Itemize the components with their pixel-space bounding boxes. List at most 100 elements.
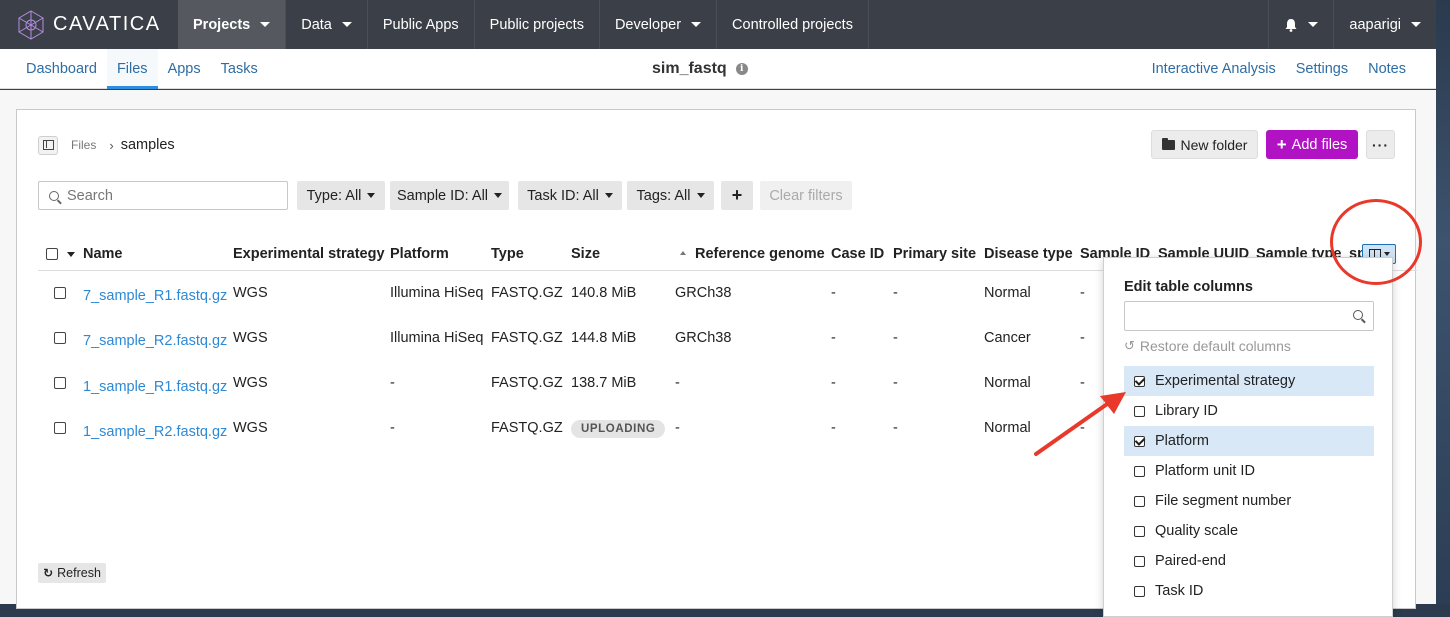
checkbox-unchecked[interactable]	[1134, 495, 1145, 507]
row-checkbox[interactable]	[54, 287, 66, 299]
column-option-task-id[interactable]: Task ID	[1124, 576, 1374, 606]
nav-public-projects[interactable]: Public projects	[475, 0, 599, 49]
file-name-link[interactable]: 7_sample_R1.fastq.gz	[83, 288, 227, 304]
nav-projects[interactable]: Projects	[178, 0, 286, 49]
column-option-experimental-strategy[interactable]: Experimental strategy	[1124, 366, 1374, 396]
breadcrumb-root[interactable]: Files	[71, 138, 96, 152]
row-checkbox[interactable]	[54, 377, 66, 389]
clear-filters-button[interactable]: Clear filters	[760, 181, 852, 210]
task-id-filter-label: Task ID: All	[527, 187, 599, 204]
column-reference-genome[interactable]: Reference genome	[695, 246, 825, 262]
cell-genome: -	[675, 420, 680, 436]
folder-icon	[1161, 137, 1175, 150]
tab-tasks[interactable]: Tasks	[211, 49, 268, 89]
cavatica-logo[interactable]: CAVATICA	[0, 0, 178, 49]
chevron-down-icon	[604, 193, 613, 198]
chevron-down-icon	[691, 22, 702, 27]
select-all-checkbox[interactable]	[46, 248, 58, 260]
type-filter[interactable]: Type: All	[297, 181, 385, 210]
sample-id-filter[interactable]: Sample ID: All	[390, 181, 509, 210]
column-primary-site[interactable]: Primary site	[893, 246, 976, 262]
logo-text: CAVATICA	[53, 13, 161, 35]
tab-files[interactable]: Files	[106, 49, 158, 89]
column-option-label: Platform unit ID	[1155, 463, 1255, 479]
cell-sample-id: -	[1080, 330, 1085, 346]
checkbox-unchecked[interactable]	[1134, 585, 1145, 597]
notifications-button[interactable]	[1269, 0, 1333, 49]
column-option-platform-unit-id[interactable]: Platform unit ID	[1124, 456, 1374, 486]
nav-controlled-projects[interactable]: Controlled projects	[717, 0, 868, 49]
file-name-link[interactable]: 1_sample_R1.fastq.gz	[83, 379, 227, 395]
cell-platform: -	[390, 420, 395, 436]
cell-case-id: -	[831, 330, 836, 346]
restore-default-columns-button[interactable]: ↺ Restore default columns	[1124, 338, 1291, 354]
file-name-link[interactable]: 1_sample_R2.fastq.gz	[83, 424, 227, 440]
column-size[interactable]: Size	[571, 246, 600, 262]
column-type[interactable]: Type	[491, 246, 524, 262]
arrow-annotation-icon	[1034, 392, 1126, 456]
column-option-library-id[interactable]: Library ID	[1124, 396, 1374, 426]
tab-dashboard[interactable]: Dashboard	[16, 49, 107, 89]
add-filter-button[interactable]: +	[721, 181, 753, 210]
add-files-label: Add files	[1291, 136, 1348, 153]
column-search-input[interactable]	[1124, 301, 1374, 331]
username: aaparigi	[1349, 16, 1401, 33]
plus-icon: +	[1276, 135, 1287, 154]
search-icon	[1353, 310, 1363, 320]
column-platform[interactable]: Platform	[390, 246, 449, 262]
column-option-file-segment-number[interactable]: File segment number	[1124, 486, 1374, 516]
checkbox-unchecked[interactable]	[1134, 405, 1145, 417]
tags-filter[interactable]: Tags: All	[627, 181, 714, 210]
cell-disease-type: Normal	[984, 285, 1031, 301]
cell-primary-site: -	[893, 285, 898, 301]
highlight-circle-annotation	[1330, 199, 1422, 285]
cell-case-id: -	[831, 420, 836, 436]
checkbox-unchecked[interactable]	[1134, 465, 1145, 477]
chevron-down-icon	[367, 193, 376, 198]
row-checkbox[interactable]	[54, 332, 66, 344]
chevron-down-icon	[696, 193, 705, 198]
bell-icon	[1285, 18, 1297, 32]
tab-notes[interactable]: Notes	[1358, 49, 1416, 89]
column-name[interactable]: Name	[83, 246, 123, 262]
add-files-button[interactable]: + Add files	[1266, 130, 1358, 159]
tab-interactive-analysis[interactable]: Interactive Analysis	[1142, 49, 1286, 89]
column-disease-type[interactable]: Disease type	[984, 246, 1073, 262]
checkbox-unchecked[interactable]	[1134, 555, 1145, 567]
refresh-button[interactable]: ↻ Refresh	[38, 563, 106, 583]
column-option-platform[interactable]: Platform	[1124, 426, 1374, 456]
user-menu[interactable]: aaparigi	[1334, 0, 1436, 49]
column-experimental-strategy[interactable]: Experimental strategy	[233, 246, 385, 262]
nav-public-apps[interactable]: Public Apps	[368, 0, 474, 49]
search-input[interactable]: Search	[38, 181, 288, 210]
column-option-paired-end[interactable]: Paired-end	[1124, 546, 1374, 576]
cell-size: 144.8 MiB	[571, 330, 637, 346]
checkbox-unchecked[interactable]	[1134, 525, 1145, 537]
column-case-id[interactable]: Case ID	[831, 246, 884, 262]
nav-developer[interactable]: Developer	[600, 0, 716, 49]
row-checkbox[interactable]	[54, 422, 66, 434]
column-option-quality-scale[interactable]: Quality scale	[1124, 516, 1374, 546]
checkbox-checked[interactable]	[1134, 435, 1145, 447]
tab-settings[interactable]: Settings	[1286, 49, 1358, 89]
checkbox-checked[interactable]	[1134, 375, 1145, 387]
info-icon[interactable]: i	[735, 63, 748, 75]
cell-platform: Illumina HiSeq	[390, 330, 484, 346]
sidebar-toggle-icon	[42, 140, 54, 150]
file-name-link[interactable]: 7_sample_R2.fastq.gz	[83, 333, 227, 349]
toggle-sidebar-button[interactable]	[38, 135, 58, 155]
select-menu-caret-icon[interactable]	[67, 252, 75, 257]
new-folder-button[interactable]: New folder	[1151, 130, 1258, 159]
cell-strategy: WGS	[233, 285, 268, 301]
cell-type: FASTQ.GZ	[491, 420, 563, 436]
tab-apps[interactable]: Apps	[158, 49, 211, 89]
search-icon	[49, 190, 59, 201]
cell-disease-type: Normal	[984, 375, 1031, 391]
cell-type: FASTQ.GZ	[491, 330, 563, 346]
nav-data[interactable]: Data	[286, 0, 367, 49]
task-id-filter[interactable]: Task ID: All	[518, 181, 622, 210]
more-options-button[interactable]: ···	[1366, 130, 1395, 159]
refresh-label: Refresh	[57, 566, 101, 580]
sort-ascending-icon	[680, 251, 686, 255]
search-placeholder: Search	[67, 187, 113, 204]
